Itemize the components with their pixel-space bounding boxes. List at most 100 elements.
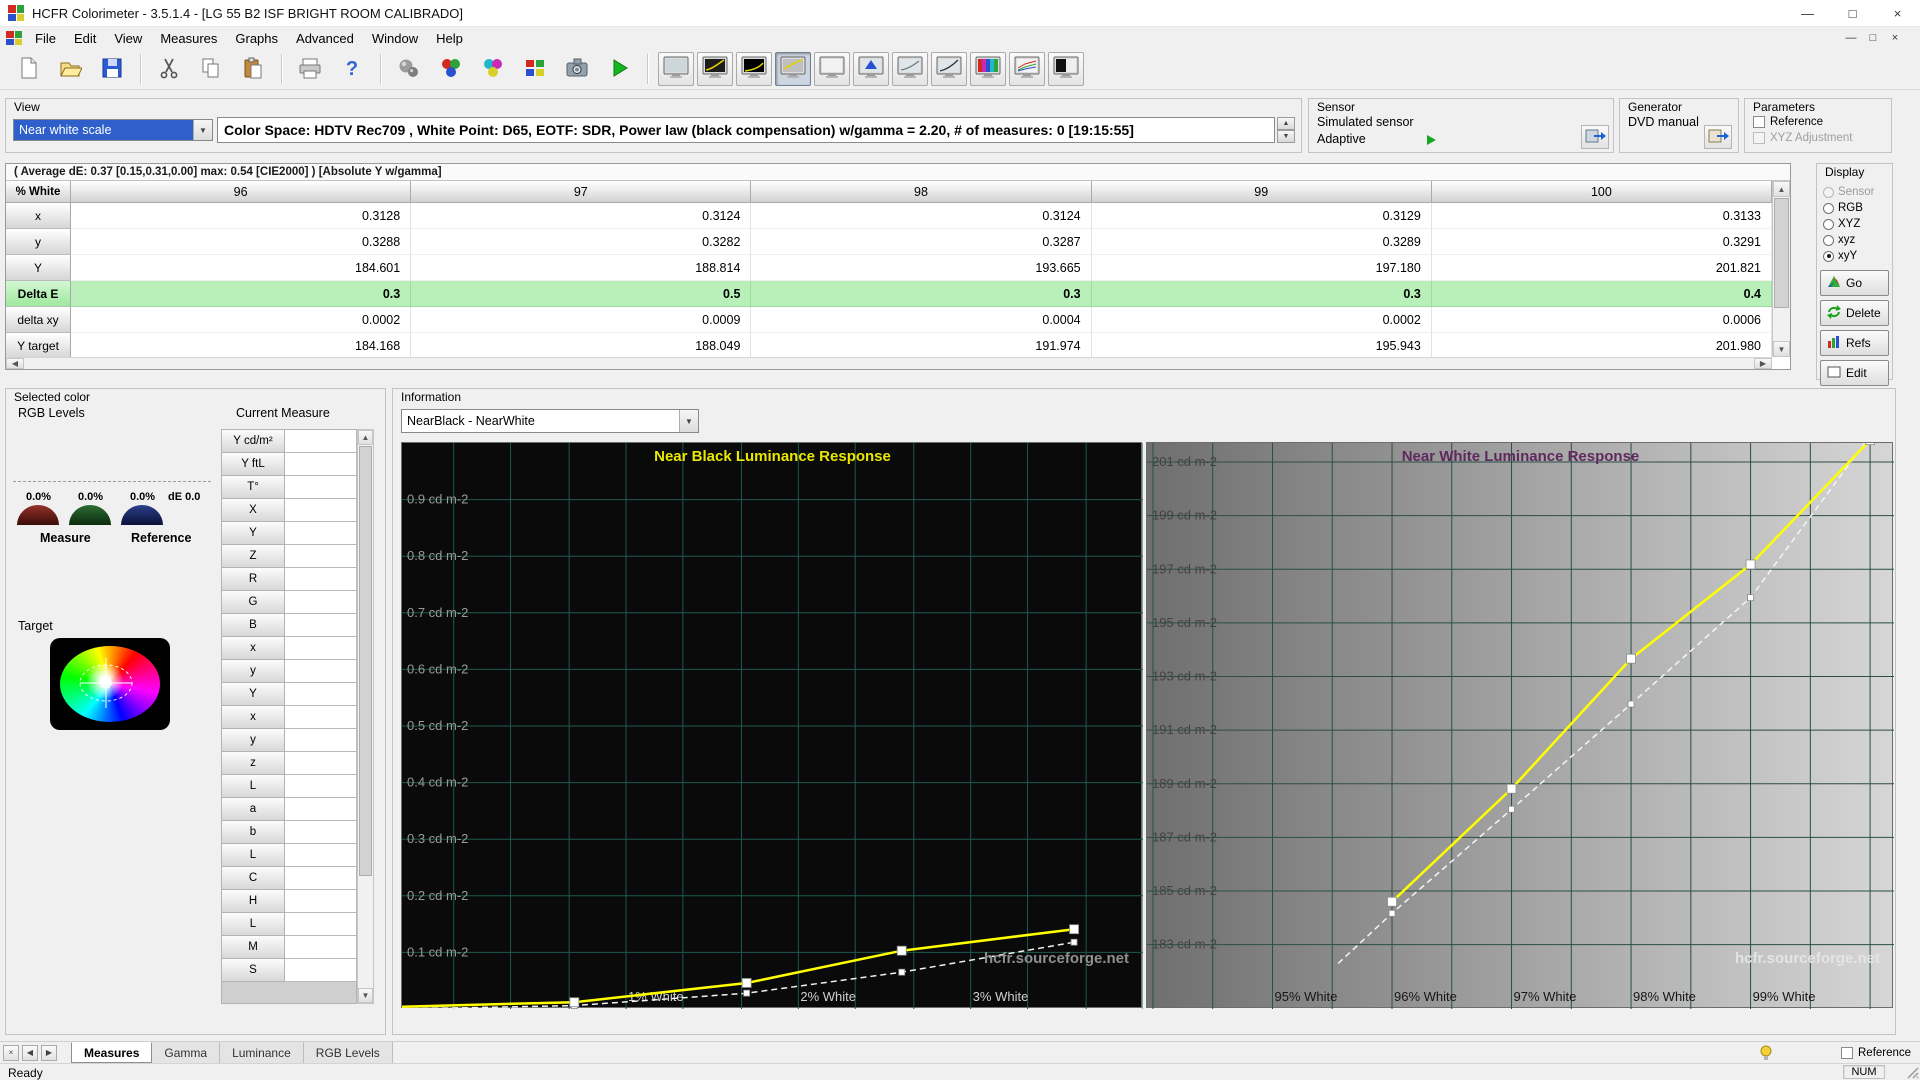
tab-gamma[interactable]: Gamma	[152, 1042, 221, 1063]
table-cell[interactable]: 0.4	[1431, 281, 1773, 307]
edit-button[interactable]: Edit	[1820, 360, 1889, 386]
table-cell[interactable]: 0.3	[751, 281, 1092, 307]
information-view-select[interactable]: NearBlack - NearWhite ▼	[401, 409, 699, 433]
table-cell[interactable]: 188.049	[411, 333, 752, 359]
row-header[interactable]: Delta E	[6, 281, 71, 307]
menu-edit[interactable]: Edit	[65, 27, 105, 49]
sensor-settings-button[interactable]	[391, 52, 427, 86]
table-cell[interactable]: 0.3	[1091, 281, 1432, 307]
table-cell[interactable]: 0.3133	[1431, 203, 1773, 229]
display-mode-xyz[interactable]: XYZ	[1823, 216, 1874, 232]
xyz-adjustment-checkbox[interactable]: XYZ Adjustment	[1753, 130, 1852, 146]
column-header-97[interactable]: 97	[411, 181, 752, 203]
table-cell[interactable]: 0.0006	[1431, 307, 1773, 333]
free-measures-view-button[interactable]	[658, 52, 694, 86]
document-icon[interactable]	[6, 31, 22, 45]
mdi-close-icon[interactable]: ×	[1884, 29, 1906, 47]
primaries-button[interactable]	[433, 52, 469, 86]
menu-view[interactable]: View	[105, 27, 151, 49]
resize-grip[interactable]	[1905, 1065, 1919, 1079]
table-cell[interactable]: 0.0002	[1091, 307, 1432, 333]
table-cell[interactable]: 0.3128	[71, 203, 412, 229]
table-cell[interactable]: 193.665	[751, 255, 1092, 281]
generator-config-button[interactable]	[1704, 125, 1732, 149]
measure-table-scrollbar[interactable]: ▲ ▼	[357, 429, 374, 1004]
spin-down-icon[interactable]: ▼	[1277, 130, 1295, 143]
multi-chart-view-button[interactable]	[1009, 52, 1045, 86]
measure-count-spinner[interactable]: ▲ ▼	[1277, 117, 1295, 143]
table-cell[interactable]: 0.0002	[71, 307, 412, 333]
table-vertical-scrollbar[interactable]: ▲ ▼	[1772, 181, 1790, 357]
scroll-down-icon[interactable]: ▼	[1773, 341, 1790, 357]
chevron-down-icon[interactable]: ▼	[193, 120, 212, 140]
column-header-white[interactable]: % White	[6, 181, 71, 203]
table-cell[interactable]: 0.3289	[1091, 229, 1432, 255]
menu-window[interactable]: Window	[363, 27, 427, 49]
tip-icon[interactable]	[1758, 1045, 1774, 1064]
scale-select[interactable]: Near white scale ▼	[13, 119, 213, 141]
help-button[interactable]: ?	[334, 52, 370, 86]
table-horizontal-scrollbar[interactable]: ◀ ▶	[6, 357, 1772, 369]
row-header[interactable]: Y	[6, 255, 71, 281]
menu-graphs[interactable]: Graphs	[226, 27, 287, 49]
menu-advanced[interactable]: Advanced	[287, 27, 363, 49]
scroll-down-icon[interactable]: ▼	[358, 988, 373, 1003]
table-cell[interactable]: 201.980	[1431, 333, 1773, 359]
table-cell[interactable]: 0.3129	[1091, 203, 1432, 229]
table-cell[interactable]: 191.974	[751, 333, 1092, 359]
tab-scroll-right-icon[interactable]: ▶	[41, 1044, 57, 1061]
display-mode-xyz[interactable]: xyz	[1823, 232, 1874, 248]
column-header-96[interactable]: 96	[71, 181, 412, 203]
tab-close-icon[interactable]: ×	[3, 1044, 19, 1061]
grayscale-view-button[interactable]	[697, 52, 733, 86]
gamma-view-button[interactable]	[931, 52, 967, 86]
copy-button[interactable]	[193, 52, 229, 86]
table-cell[interactable]: 197.180	[1091, 255, 1432, 281]
row-header[interactable]: y	[6, 229, 71, 255]
table-cell[interactable]: 0.3288	[71, 229, 412, 255]
column-header-98[interactable]: 98	[751, 181, 1092, 203]
table-cell[interactable]: 0.3282	[411, 229, 752, 255]
chevron-down-icon[interactable]: ▼	[679, 410, 698, 432]
close-icon[interactable]: ×	[1875, 0, 1920, 26]
table-cell[interactable]: 0.3287	[751, 229, 1092, 255]
scrollbar-thumb[interactable]	[359, 446, 372, 876]
white-view-button[interactable]	[814, 52, 850, 86]
go-button[interactable]: Go	[1820, 270, 1889, 296]
cut-button[interactable]	[151, 52, 187, 86]
table-cell[interactable]: 0.0009	[411, 307, 752, 333]
table-cell[interactable]: 184.601	[71, 255, 412, 281]
display-mode-rgb[interactable]: RGB	[1823, 200, 1874, 216]
open-button[interactable]	[52, 52, 88, 86]
mdi-minimize-icon[interactable]: —	[1840, 29, 1862, 47]
tab-scroll-left-icon[interactable]: ◀	[22, 1044, 38, 1061]
maximize-icon[interactable]: □	[1830, 0, 1875, 26]
scroll-up-icon[interactable]: ▲	[358, 430, 373, 445]
table-cell[interactable]: 0.3	[71, 281, 412, 307]
table-cell[interactable]: 0.5	[411, 281, 752, 307]
column-header-99[interactable]: 99	[1091, 181, 1432, 203]
luminance-view-button[interactable]	[892, 52, 928, 86]
color-checker-button[interactable]	[517, 52, 553, 86]
scrollbar-thumb[interactable]	[1774, 198, 1789, 308]
near-black-view-button[interactable]	[736, 52, 772, 86]
table-cell[interactable]: 0.3291	[1431, 229, 1773, 255]
menu-measures[interactable]: Measures	[151, 27, 226, 49]
mdi-restore-icon[interactable]: □	[1862, 29, 1884, 47]
primaries-view-button[interactable]	[853, 52, 889, 86]
spin-up-icon[interactable]: ▲	[1277, 117, 1295, 130]
minimize-icon[interactable]: —	[1785, 0, 1830, 26]
refs-button[interactable]: Refs	[1820, 330, 1889, 356]
menu-help[interactable]: Help	[427, 27, 472, 49]
table-cell[interactable]: 0.0004	[751, 307, 1092, 333]
delete-button[interactable]: Delete	[1820, 300, 1889, 326]
table-cell[interactable]: 188.814	[411, 255, 752, 281]
scroll-up-icon[interactable]: ▲	[1773, 181, 1790, 197]
column-header-100[interactable]: 100	[1431, 181, 1773, 203]
row-header[interactable]: Y target	[6, 333, 71, 359]
reference-checkbox[interactable]: Reference	[1841, 1045, 1911, 1061]
table-cell[interactable]: 0.3124	[751, 203, 1092, 229]
tab-luminance[interactable]: Luminance	[220, 1042, 304, 1063]
new-button[interactable]	[10, 52, 46, 86]
table-cell[interactable]: 201.821	[1431, 255, 1773, 281]
